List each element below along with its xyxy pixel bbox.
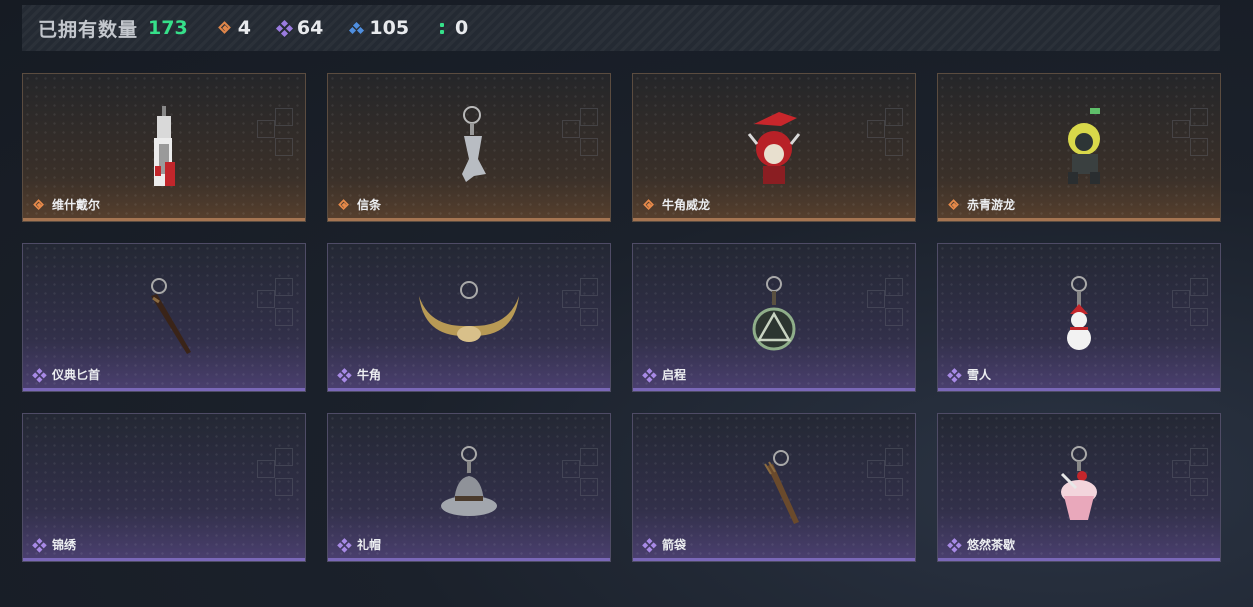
- dagger-charm-icon: [151, 278, 191, 354]
- charm-name: 雪人: [967, 368, 992, 382]
- hat-charm-icon: [441, 446, 497, 516]
- charm-card[interactable]: 牛角: [327, 243, 611, 392]
- charm-card[interactable]: 锦绣: [22, 413, 306, 562]
- purple-rarity-icon: [32, 367, 47, 383]
- purple-rarity-icon: [642, 367, 657, 383]
- red-creature-charm-icon: [747, 112, 801, 184]
- charm-name: 悠然茶歇: [967, 538, 1016, 552]
- purple-rarity-icon: [947, 537, 962, 553]
- charm-name: 仪典匕首: [52, 368, 101, 382]
- stat-orange-value: 4: [237, 17, 251, 39]
- quiver-charm-icon: [764, 450, 799, 524]
- charm-name: 启程: [662, 368, 687, 382]
- owned-summary-bar: 已拥有数量 173 4 64 105 0: [22, 5, 1220, 51]
- charm-name: 赤青游龙: [967, 198, 1016, 212]
- purple-rarity-icon: [32, 537, 47, 553]
- stat-purple: 64: [275, 17, 324, 39]
- orange-rarity-icon: [33, 199, 45, 211]
- charm-name: 信条: [357, 198, 382, 212]
- purple-rarity-icon: [337, 367, 352, 383]
- charm-name: 维什戴尔: [52, 198, 101, 212]
- tag-charm-icon: [154, 106, 175, 186]
- charm-card[interactable]: 赤青游龙: [937, 73, 1221, 222]
- owned-count-value: 173: [148, 17, 188, 39]
- charm-card[interactable]: 维什戴尔: [22, 73, 306, 222]
- charm-name: 牛角威龙: [662, 198, 711, 212]
- charm-name: 礼帽: [357, 538, 382, 552]
- charm-card[interactable]: 悠然茶歇: [937, 413, 1221, 562]
- green-dots-icon: [435, 21, 449, 35]
- purple-quad-diamond-icon: [275, 19, 293, 38]
- purple-rarity-icon: [337, 537, 352, 553]
- charm-card[interactable]: 箭袋: [632, 413, 916, 562]
- metal-pendant-charm-icon: [462, 106, 486, 182]
- blue-triple-diamond-icon: [349, 21, 365, 35]
- stat-orange: 4: [218, 17, 251, 39]
- orange-rarity-icon: [948, 199, 960, 211]
- stat-green-value: 0: [455, 17, 469, 39]
- charm-card[interactable]: 仪典匕首: [22, 243, 306, 392]
- orange-rarity-icon: [643, 199, 655, 211]
- orange-rarity-icon: [338, 199, 350, 211]
- orange-diamond-icon: [218, 21, 232, 35]
- purple-rarity-icon: [642, 537, 657, 553]
- stat-blue-value: 105: [369, 17, 410, 39]
- charm-card[interactable]: 雪人: [937, 243, 1221, 392]
- charm-name: 箭袋: [662, 538, 687, 552]
- snowman-charm-icon: [1067, 276, 1091, 350]
- stat-blue: 105: [349, 17, 409, 39]
- horns-charm-icon: [419, 281, 519, 342]
- charm-card[interactable]: 牛角威龙: [632, 73, 916, 222]
- charm-card[interactable]: 信条: [327, 73, 611, 222]
- dragon-figure-charm-icon: [1068, 108, 1100, 184]
- stat-green: 0: [435, 17, 468, 39]
- purple-rarity-icon: [947, 367, 962, 383]
- charm-card[interactable]: 启程: [632, 243, 916, 392]
- charm-name: 牛角: [357, 368, 382, 382]
- charm-grid: 维什戴尔 信条 牛角威龙 赤青游龙 仪典匕首 牛角 启程 雪人 锦绣 礼帽 箭袋…: [22, 73, 1222, 563]
- cupcake-charm-icon: [1060, 446, 1097, 520]
- owned-count-label: 已拥有数量: [38, 18, 139, 41]
- stat-purple-value: 64: [296, 17, 324, 39]
- charm-card[interactable]: 礼帽: [327, 413, 611, 562]
- triangle-medal-charm-icon: [752, 276, 796, 351]
- charm-name: 锦绣: [52, 538, 77, 552]
